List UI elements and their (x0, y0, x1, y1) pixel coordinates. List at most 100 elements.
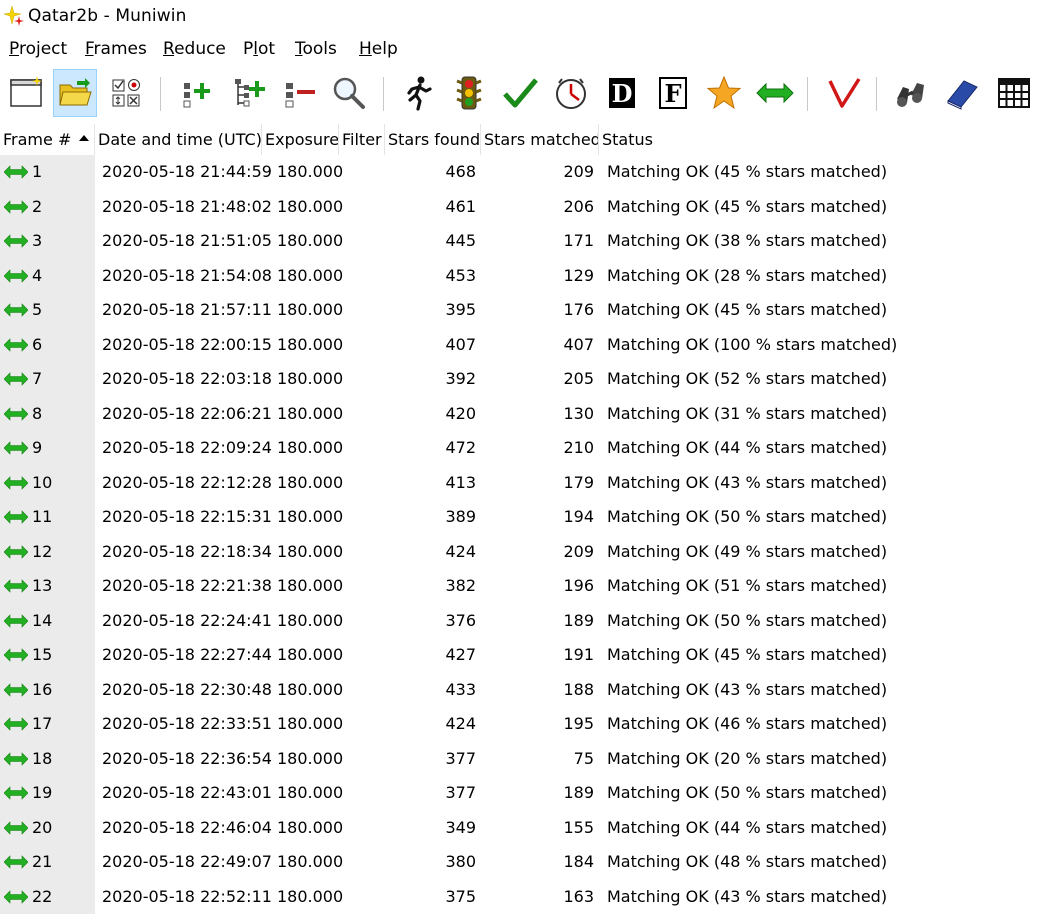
frame-cell: 7 (0, 362, 95, 397)
options-button[interactable] (104, 69, 148, 117)
table-row[interactable]: 222020-05-18 22:52:11180.000375163Matchi… (0, 880, 1052, 914)
status-cell: Matching OK (49 % stars matched) (607, 535, 887, 570)
frame-cell: 13 (0, 569, 95, 604)
table-row[interactable]: 172020-05-18 22:33:51180.000424195Matchi… (0, 707, 1052, 742)
toolbar-separator (160, 77, 161, 111)
stars-matched-cell: 163 (482, 880, 594, 914)
table-row[interactable]: 52020-05-18 21:57:11180.000395176Matchin… (0, 293, 1052, 328)
exposure-cell: 180.000 (277, 742, 343, 777)
table-row[interactable]: 22020-05-18 21:48:02180.000461206Matchin… (0, 190, 1052, 225)
status-cell: Matching OK (43 % stars matched) (607, 673, 887, 708)
matched-double-arrow-icon (4, 441, 28, 455)
table-row[interactable]: 42020-05-18 21:54:08180.000453129Matchin… (0, 259, 1052, 294)
column-header-exposure[interactable]: Exposure (262, 124, 339, 155)
dark-frame-button[interactable]: D (600, 69, 644, 117)
column-header-stars-found[interactable]: Stars found (385, 124, 481, 155)
add-frames-button[interactable] (174, 69, 218, 117)
flat-frame-button[interactable]: F (651, 69, 695, 117)
frame-cell: 14 (0, 604, 95, 639)
frame-cell: 19 (0, 776, 95, 811)
stars-matched-cell: 189 (482, 604, 594, 639)
datetime-cell: 2020-05-18 22:03:18 (102, 362, 272, 397)
table-button[interactable] (992, 69, 1036, 117)
stars-matched-cell: 188 (482, 673, 594, 708)
table-row[interactable]: 152020-05-18 22:27:44180.000427191Matchi… (0, 638, 1052, 673)
exposure-cell: 180.000 (277, 224, 343, 259)
show-frame-button[interactable] (327, 69, 371, 117)
table-row[interactable]: 202020-05-18 22:46:04180.000349155Matchi… (0, 811, 1052, 846)
menu-help[interactable]: Help (359, 39, 398, 59)
find-variables-button[interactable] (889, 69, 933, 117)
menu-project[interactable]: Project (9, 39, 67, 59)
exposure-cell: 180.000 (277, 535, 343, 570)
frame-number: 5 (32, 293, 42, 328)
table-row[interactable]: 32020-05-18 21:51:05180.000445171Matchin… (0, 224, 1052, 259)
run-button[interactable] (447, 69, 491, 117)
datetime-cell: 2020-05-18 21:57:11 (102, 293, 272, 328)
stars-matched-cell: 194 (482, 500, 594, 535)
stars-matched-cell: 206 (482, 190, 594, 225)
magnifier-icon (331, 75, 367, 111)
frame-cell: 20 (0, 811, 95, 846)
table-row[interactable]: 92020-05-18 22:09:24180.000472210Matchin… (0, 431, 1052, 466)
table-row[interactable]: 112020-05-18 22:15:31180.000389194Matchi… (0, 500, 1052, 535)
table-row[interactable]: 102020-05-18 22:12:28180.000413179Matchi… (0, 466, 1052, 501)
status-cell: Matching OK (45 % stars matched) (607, 155, 887, 190)
matched-double-arrow-icon (4, 890, 28, 904)
table-row[interactable]: 132020-05-18 22:21:38180.000382196Matchi… (0, 569, 1052, 604)
match-stars-button[interactable] (753, 69, 797, 117)
column-header-filter[interactable]: Filter (339, 124, 385, 155)
new-project-button[interactable] (4, 69, 48, 117)
express-reduction-button[interactable] (396, 69, 440, 117)
remove-frames-button[interactable] (277, 69, 321, 117)
menu-plot[interactable]: Plot (243, 39, 275, 59)
exposure-cell: 180.000 (277, 604, 343, 639)
menu-tools[interactable]: Tools (295, 39, 337, 59)
column-header-status[interactable]: Status (599, 124, 1052, 155)
add-frames-icon (178, 75, 214, 111)
status-cell: Matching OK (45 % stars matched) (607, 293, 887, 328)
open-project-button[interactable] (53, 69, 97, 117)
stars-found-cell: 376 (386, 604, 476, 639)
table-row[interactable]: 162020-05-18 22:30:48180.000433188Matchi… (0, 673, 1052, 708)
table-row[interactable]: 192020-05-18 22:43:01180.000377189Matchi… (0, 776, 1052, 811)
frame-cell: 1 (0, 155, 95, 190)
column-header-datetime[interactable]: Date and time (UTC) (95, 124, 262, 155)
stars-found-cell: 453 (386, 259, 476, 294)
table-row[interactable]: 142020-05-18 22:24:41180.000376189Matchi… (0, 604, 1052, 639)
column-header-frame[interactable]: Frame # (0, 124, 95, 155)
binoculars-icon (893, 75, 929, 111)
svg-text:D: D (612, 79, 633, 108)
table-row[interactable]: 212020-05-18 22:49:07180.000380184Matchi… (0, 845, 1052, 880)
stars-found-cell: 377 (386, 742, 476, 777)
table-row[interactable]: 72020-05-18 22:03:18180.000392205Matchin… (0, 362, 1052, 397)
table-row[interactable]: 182020-05-18 22:36:54180.00037775Matchin… (0, 742, 1052, 777)
table-row[interactable]: 82020-05-18 22:06:21180.000420130Matchin… (0, 397, 1052, 432)
light-curve-button[interactable] (822, 69, 866, 117)
frame-number: 15 (32, 638, 52, 673)
frame-cell: 5 (0, 293, 95, 328)
status-cell: Matching OK (38 % stars matched) (607, 224, 887, 259)
time-correction-button[interactable] (549, 69, 593, 117)
datetime-cell: 2020-05-18 22:49:07 (102, 845, 272, 880)
frame-cell: 11 (0, 500, 95, 535)
stars-matched-cell: 209 (482, 155, 594, 190)
table-row[interactable]: 122020-05-18 22:18:34180.000424209Matchi… (0, 535, 1052, 570)
menu-frames[interactable]: Frames (85, 39, 147, 59)
table-row[interactable]: 62020-05-18 22:00:15180.000407407Matchin… (0, 328, 1052, 363)
menu-reduce[interactable]: Reduce (163, 39, 226, 59)
svg-text:F: F (664, 79, 681, 108)
stars-found-cell: 445 (386, 224, 476, 259)
frame-cell: 9 (0, 431, 95, 466)
stars-matched-cell: 205 (482, 362, 594, 397)
column-header-stars-matched[interactable]: Stars matched (481, 124, 599, 155)
photometry-button[interactable] (702, 69, 746, 117)
add-individual-frames-button[interactable] (226, 69, 270, 117)
catalog-button[interactable] (940, 69, 984, 117)
table-row[interactable]: 12020-05-18 21:44:59180.000468209Matchin… (0, 155, 1052, 190)
new-project-icon (8, 75, 44, 111)
exposure-cell: 180.000 (277, 569, 343, 604)
exposure-cell: 180.000 (277, 707, 343, 742)
frame-cell: 3 (0, 224, 95, 259)
check-matching-button[interactable] (498, 69, 542, 117)
